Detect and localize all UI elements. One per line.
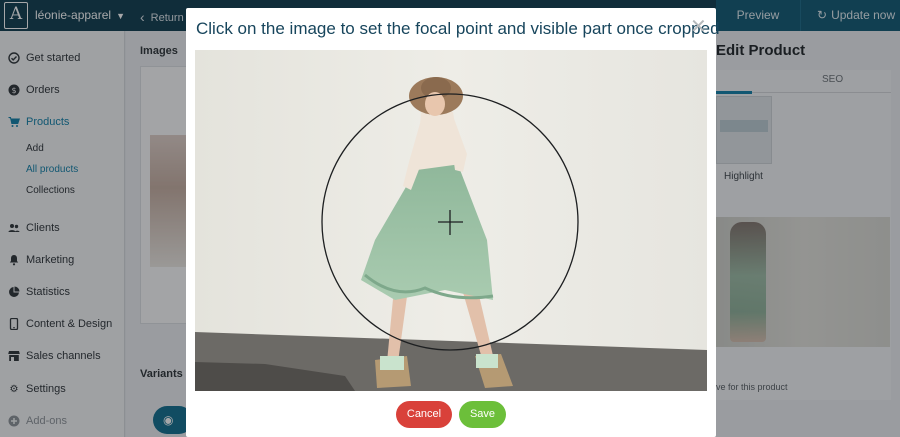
focal-point-modal: Click on the image to set the focal poin…	[186, 8, 720, 437]
cancel-button[interactable]: Cancel	[396, 401, 452, 428]
photo-sock-right	[476, 354, 498, 368]
close-icon[interactable]: ✕	[690, 14, 707, 39]
photo-sock-left	[380, 356, 404, 370]
focal-point-image[interactable]	[195, 50, 707, 391]
modal-footer: Cancel Save	[186, 401, 716, 431]
photo-canvas	[195, 50, 707, 391]
modal-title: Click on the image to set the focal poin…	[196, 19, 720, 38]
save-button[interactable]: Save	[459, 401, 506, 428]
